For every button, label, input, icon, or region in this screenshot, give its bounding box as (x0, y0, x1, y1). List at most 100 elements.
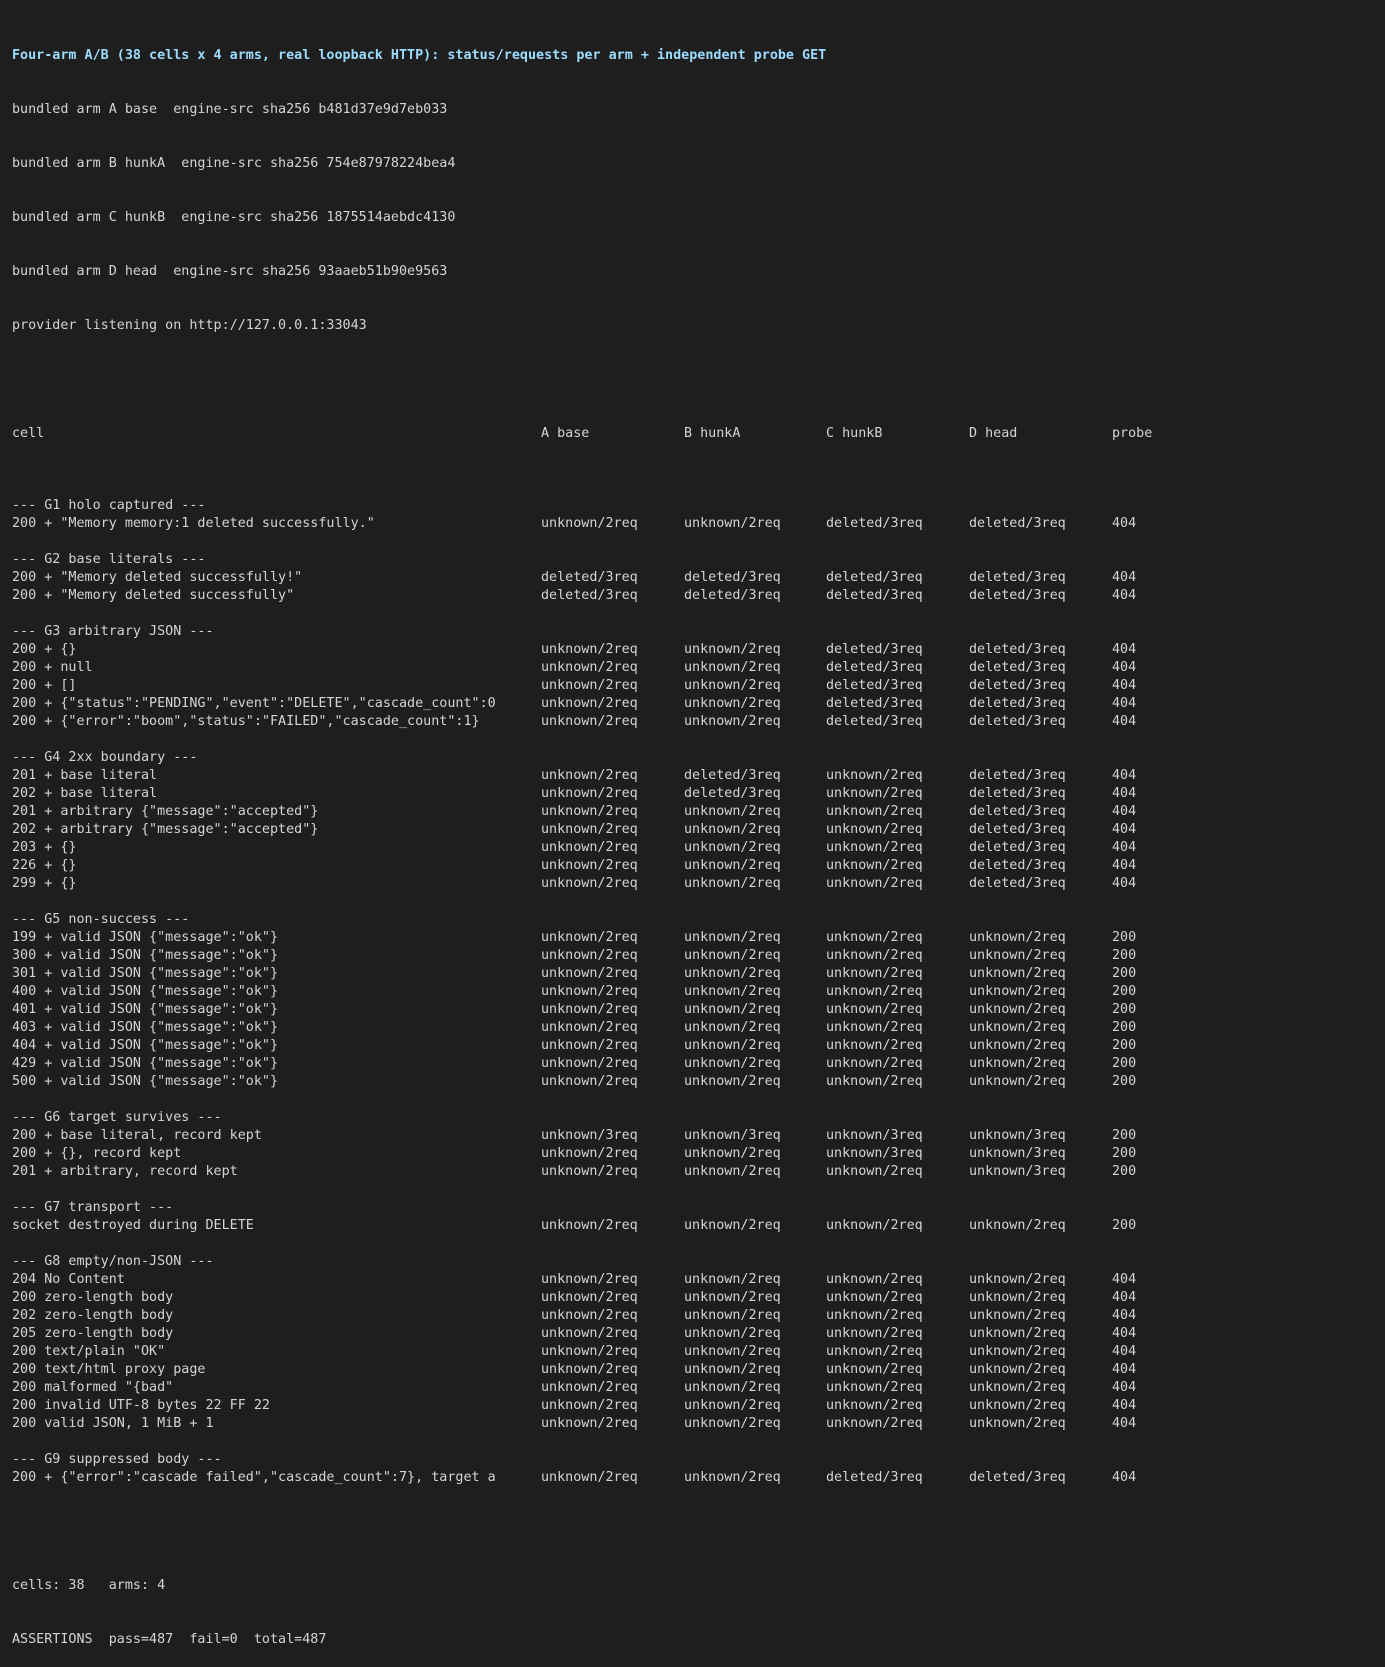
row-arm-a: unknown/3req (541, 1128, 638, 1143)
row-probe: 404 (1112, 714, 1137, 729)
row-probe: 404 (1112, 822, 1137, 837)
row-arm-b: unknown/2req (684, 642, 781, 657)
terminal-output[interactable]: Four-arm A/B (38 cells x 4 arms, real lo… (12, 11, 1372, 1667)
row-cell: 200 + null (12, 660, 93, 675)
row-arm-d: unknown/2req (969, 1056, 1066, 1071)
row-probe: 200 (1112, 1128, 1137, 1143)
row-arm-a: unknown/2req (541, 1308, 638, 1323)
row-probe: 404 (1112, 804, 1137, 819)
table-row: 205 zero-length body unknown/2req unknown/… (12, 1325, 1372, 1343)
row-arm-b: unknown/2req (684, 1056, 781, 1071)
row-arm-b: unknown/2req (684, 1398, 781, 1413)
row-probe: 404 (1112, 516, 1137, 531)
row-arm-b: unknown/2req (684, 1380, 781, 1395)
row-arm-d: unknown/2req (969, 1326, 1066, 1341)
row-arm-c: deleted/3req (826, 642, 923, 657)
table-row: 226 + {} unknown/2req unknown/2req unknown/… (12, 857, 1372, 875)
row-cell: 200 + [] (12, 678, 77, 693)
row-arm-a: unknown/2req (541, 930, 638, 945)
row-cell: 200 + {} (12, 642, 77, 657)
table-row: 200 + "Memory deleted successfully!" dele… (12, 569, 1372, 587)
table-row: 400 + valid JSON {"message":"ok"} unknown… (12, 983, 1372, 1001)
row-cell: 400 + valid JSON {"message":"ok"} (12, 984, 279, 999)
row-arm-b: unknown/2req (684, 1218, 781, 1233)
row-arm-a: unknown/2req (541, 642, 638, 657)
table-row: 300 + valid JSON {"message":"ok"} unknown… (12, 947, 1372, 965)
row-arm-a: unknown/2req (541, 948, 638, 963)
row-arm-a: unknown/2req (541, 1272, 638, 1287)
table-row: 201 + base literal unknown/2req deleted/3r… (12, 767, 1372, 785)
row-arm-a: unknown/2req (541, 1362, 638, 1377)
row-arm-c: unknown/2req (826, 1326, 923, 1341)
row-cell: 199 + valid JSON {"message":"ok"} (12, 930, 279, 945)
table-row: 429 + valid JSON {"message":"ok"} unknown… (12, 1055, 1372, 1073)
row-arm-c: unknown/2req (826, 966, 923, 981)
row-arm-b: unknown/2req (684, 876, 781, 891)
row-arm-a: unknown/2req (541, 966, 638, 981)
row-arm-a: unknown/2req (541, 1344, 638, 1359)
row-probe: 404 (1112, 840, 1137, 855)
row-probe: 200 (1112, 984, 1137, 999)
table-header: cell A base B hunkA C hunkB D head probe (12, 425, 1372, 443)
row-probe: 404 (1112, 1470, 1137, 1485)
row-arm-d: unknown/2req (969, 1074, 1066, 1089)
row-arm-d: unknown/2req (969, 1344, 1066, 1359)
group-label: --- G8 empty/non-JSON --- (12, 1254, 214, 1269)
row-cell: 200 + {}, record kept (12, 1146, 182, 1161)
row-arm-a: unknown/2req (541, 660, 638, 675)
row-arm-d: deleted/3req (969, 570, 1066, 585)
row-cell: 202 + arbitrary {"message":"accepted"} (12, 822, 319, 837)
row-cell: socket destroyed during DELETE (12, 1218, 254, 1233)
row-arm-b: unknown/2req (684, 966, 781, 981)
assertions-summary: ASSERTIONS pass=487 fail=0 total=487 (12, 1632, 327, 1647)
row-arm-c: unknown/2req (826, 858, 923, 873)
row-arm-a: unknown/2req (541, 1470, 638, 1485)
row-probe: 200 (1112, 1002, 1137, 1017)
row-cell: 401 + valid JSON {"message":"ok"} (12, 1002, 279, 1017)
row-cell: 200 text/html proxy page (12, 1362, 206, 1377)
row-arm-b: unknown/2req (684, 678, 781, 693)
row-arm-d: deleted/3req (969, 786, 1066, 801)
intro-line: bundled arm C hunkB engine-src sha256 18… (12, 210, 456, 225)
row-cell: 301 + valid JSON {"message":"ok"} (12, 966, 279, 981)
row-arm-a: unknown/2req (541, 1416, 638, 1431)
row-arm-a: unknown/2req (541, 1398, 638, 1413)
row-arm-c: unknown/2req (826, 1308, 923, 1323)
row-probe: 404 (1112, 570, 1137, 585)
row-cell: 201 + base literal (12, 768, 158, 783)
row-arm-a: unknown/2req (541, 858, 638, 873)
row-arm-b: unknown/2req (684, 1020, 781, 1035)
provider-line: provider listening on http://127.0.0.1:3… (12, 318, 367, 333)
row-arm-d: unknown/2req (969, 1002, 1066, 1017)
row-arm-a: unknown/2req (541, 1146, 638, 1161)
row-probe: 404 (1112, 1416, 1137, 1431)
row-arm-d: deleted/3req (969, 822, 1066, 837)
row-arm-b: unknown/3req (684, 1128, 781, 1143)
row-arm-c: deleted/3req (826, 570, 923, 585)
row-arm-b: unknown/2req (684, 1146, 781, 1161)
row-arm-c: deleted/3req (826, 678, 923, 693)
row-arm-d: unknown/2req (969, 948, 1066, 963)
table-row: 200 invalid UTF-8 bytes 22 FF 22 unknown/… (12, 1397, 1372, 1415)
row-arm-c: deleted/3req (826, 588, 923, 603)
row-arm-a: unknown/2req (541, 1326, 638, 1341)
row-arm-c: unknown/2req (826, 1398, 923, 1413)
table-row: 204 No Content unknown/2req unknown/2req un… (12, 1271, 1372, 1289)
row-arm-b: unknown/2req (684, 516, 781, 531)
row-cell: 200 + {"error":"cascade failed","cascade… (12, 1470, 496, 1485)
row-arm-d: unknown/2req (969, 1218, 1066, 1233)
table-row: 500 + valid JSON {"message":"ok"} unknown… (12, 1073, 1372, 1091)
table-row: 301 + valid JSON {"message":"ok"} unknown… (12, 965, 1372, 983)
row-arm-b: unknown/2req (684, 930, 781, 945)
intro-line: bundled arm A base engine-src sha256 b48… (12, 102, 448, 117)
row-arm-c: unknown/2req (826, 1002, 923, 1017)
table-row: 200 + {"error":"cascade failed","cascade… (12, 1469, 1372, 1487)
row-cell: 200 zero-length body (12, 1290, 174, 1305)
row-arm-a: unknown/2req (541, 822, 638, 837)
row-arm-c: deleted/3req (826, 714, 923, 729)
row-probe: 200 (1112, 1218, 1137, 1233)
